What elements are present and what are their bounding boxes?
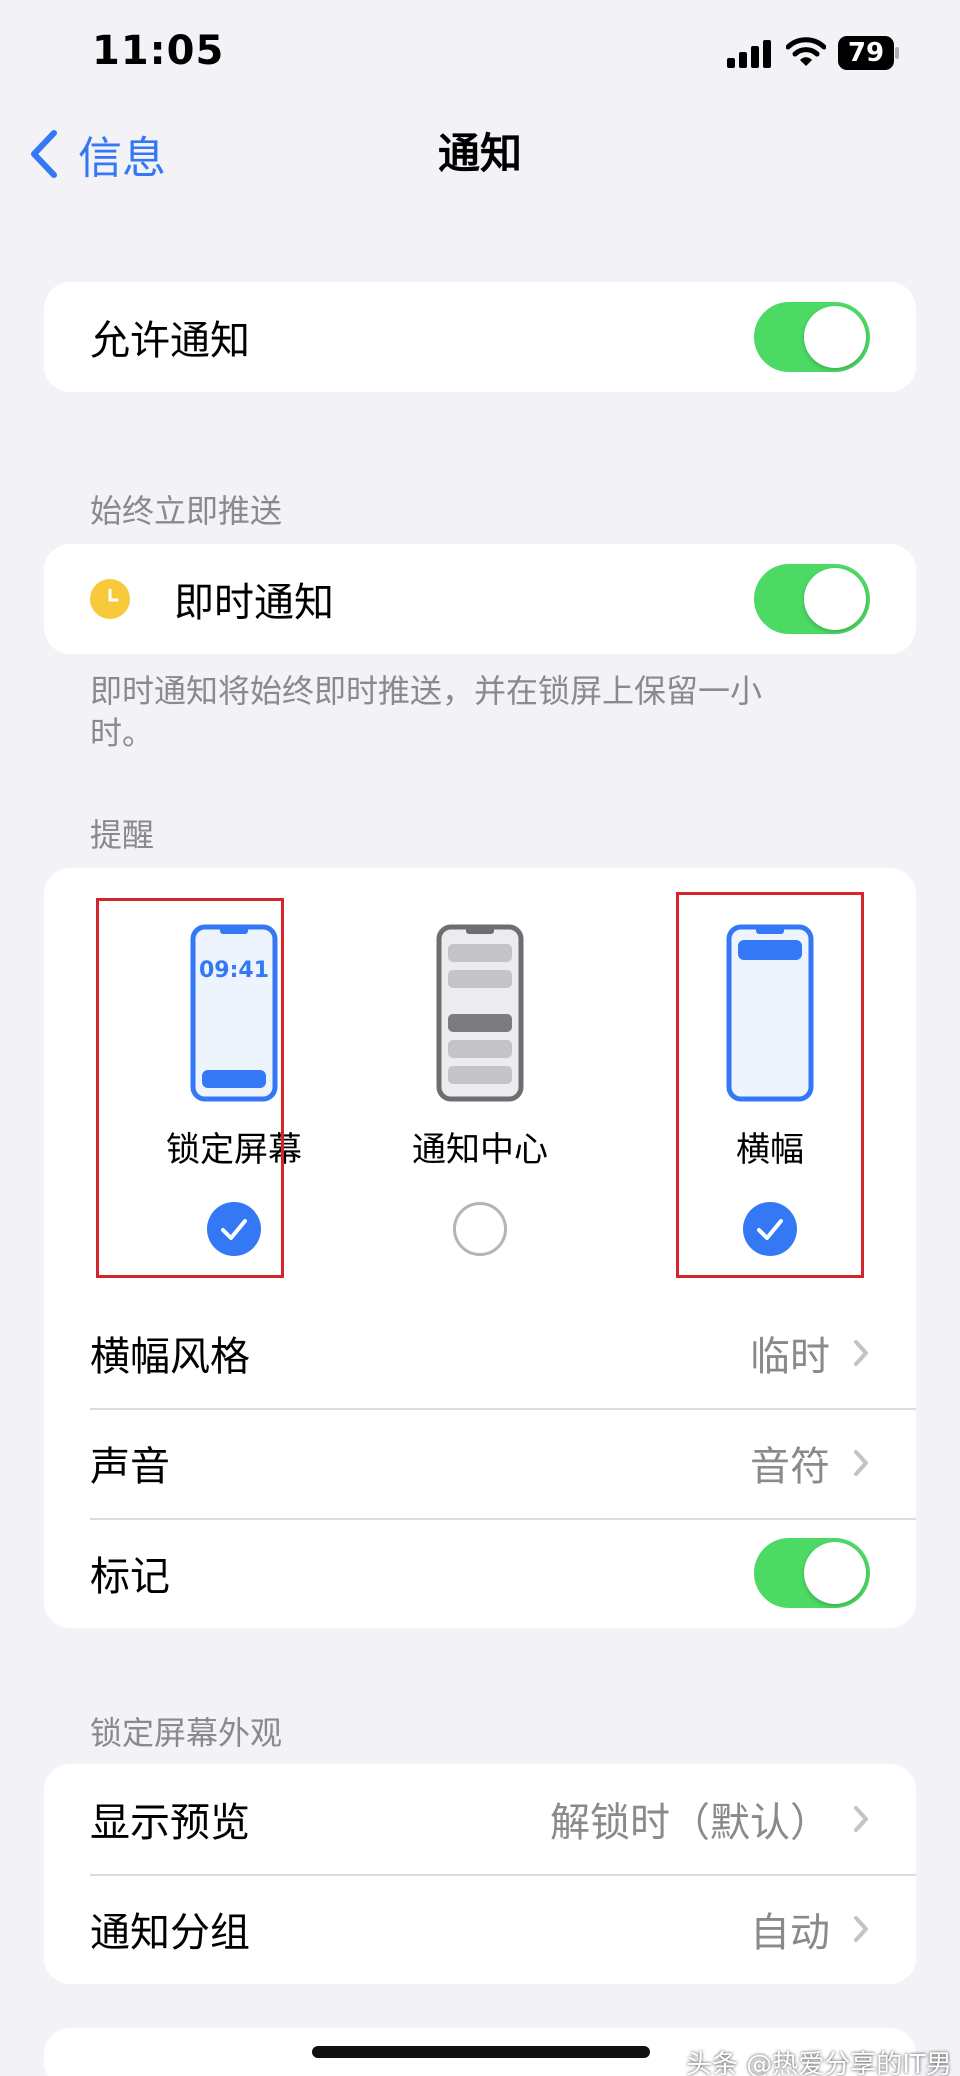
badges-row: 标记: [44, 1518, 916, 1628]
alert-option-label: 通知中心: [412, 1130, 548, 1170]
allow-notifications-toggle[interactable]: [754, 302, 870, 372]
allow-notifications-card: 允许通知: [44, 282, 916, 392]
time-sensitive-toggle[interactable]: [754, 564, 870, 634]
page-title: 通知: [437, 129, 522, 178]
chevron-right-icon: [854, 1450, 868, 1476]
sound-row[interactable]: 声音 音符: [44, 1408, 916, 1518]
highlight-box-lock-screen: [96, 898, 284, 1278]
section-header-lock-screen-appearance: 锁定屏幕外观: [90, 1714, 283, 1752]
alert-style-picker: 09:41 锁定屏幕 通知中心 横幅: [44, 868, 916, 1298]
alert-option-notification-center[interactable]: 通知中心: [370, 868, 590, 1298]
lock-screen-appearance-card: 显示预览 解锁时（默认） 通知分组 自动: [44, 1764, 916, 1984]
wifi-icon: [786, 37, 826, 66]
time-sensitive-label: 即时通知: [174, 580, 334, 626]
banner-style-value: 临时: [750, 1334, 830, 1380]
alerts-card: 09:41 锁定屏幕 通知中心 横幅 横幅风格 临时 声音 音符 标记: [44, 868, 916, 1628]
allow-notifications-label: 允许通知: [90, 318, 250, 364]
clock-icon: [90, 579, 130, 619]
notification-grouping-label: 通知分组: [90, 1910, 250, 1956]
status-time: 11:05: [92, 28, 225, 74]
home-indicator[interactable]: [312, 2046, 650, 2058]
show-previews-row[interactable]: 显示预览 解锁时（默认）: [44, 1764, 916, 1874]
show-previews-value: 解锁时（默认）: [550, 1800, 830, 1846]
watermark-text: 头条 @热爱分享的IT男: [686, 2050, 952, 2076]
time-sensitive-card: 即时通知: [44, 544, 916, 654]
chevron-right-icon: [854, 1916, 868, 1942]
show-previews-label: 显示预览: [90, 1800, 250, 1846]
badges-label: 标记: [90, 1554, 170, 1600]
badges-toggle[interactable]: [754, 1538, 870, 1608]
cellular-signal-icon: [727, 40, 771, 68]
chevron-right-icon: [854, 1806, 868, 1832]
notification-center-phone-icon: [436, 924, 524, 1102]
allow-notifications-row: 允许通知: [44, 282, 916, 392]
section-header-alerts: 提醒: [90, 816, 155, 854]
banner-style-row[interactable]: 横幅风格 临时: [44, 1298, 916, 1408]
highlight-box-banners: [676, 892, 864, 1278]
battery-icon: 79: [838, 36, 900, 70]
chevron-right-icon: [854, 1340, 868, 1366]
notification-grouping-value: 自动: [750, 1910, 830, 1956]
notification-grouping-row[interactable]: 通知分组 自动: [44, 1874, 916, 1984]
sound-value: 音符: [750, 1444, 830, 1490]
time-sensitive-footnote: 即时通知将始终即时推送，并在锁屏上保留一小时。: [90, 672, 763, 752]
time-sensitive-row: 即时通知: [44, 544, 916, 654]
radio-unchecked-icon: [453, 1202, 507, 1256]
sound-label: 声音: [90, 1444, 170, 1490]
banner-style-label: 横幅风格: [90, 1334, 250, 1380]
section-header-immediate: 始终立即推送: [90, 492, 283, 530]
battery-level: 79: [847, 38, 885, 68]
